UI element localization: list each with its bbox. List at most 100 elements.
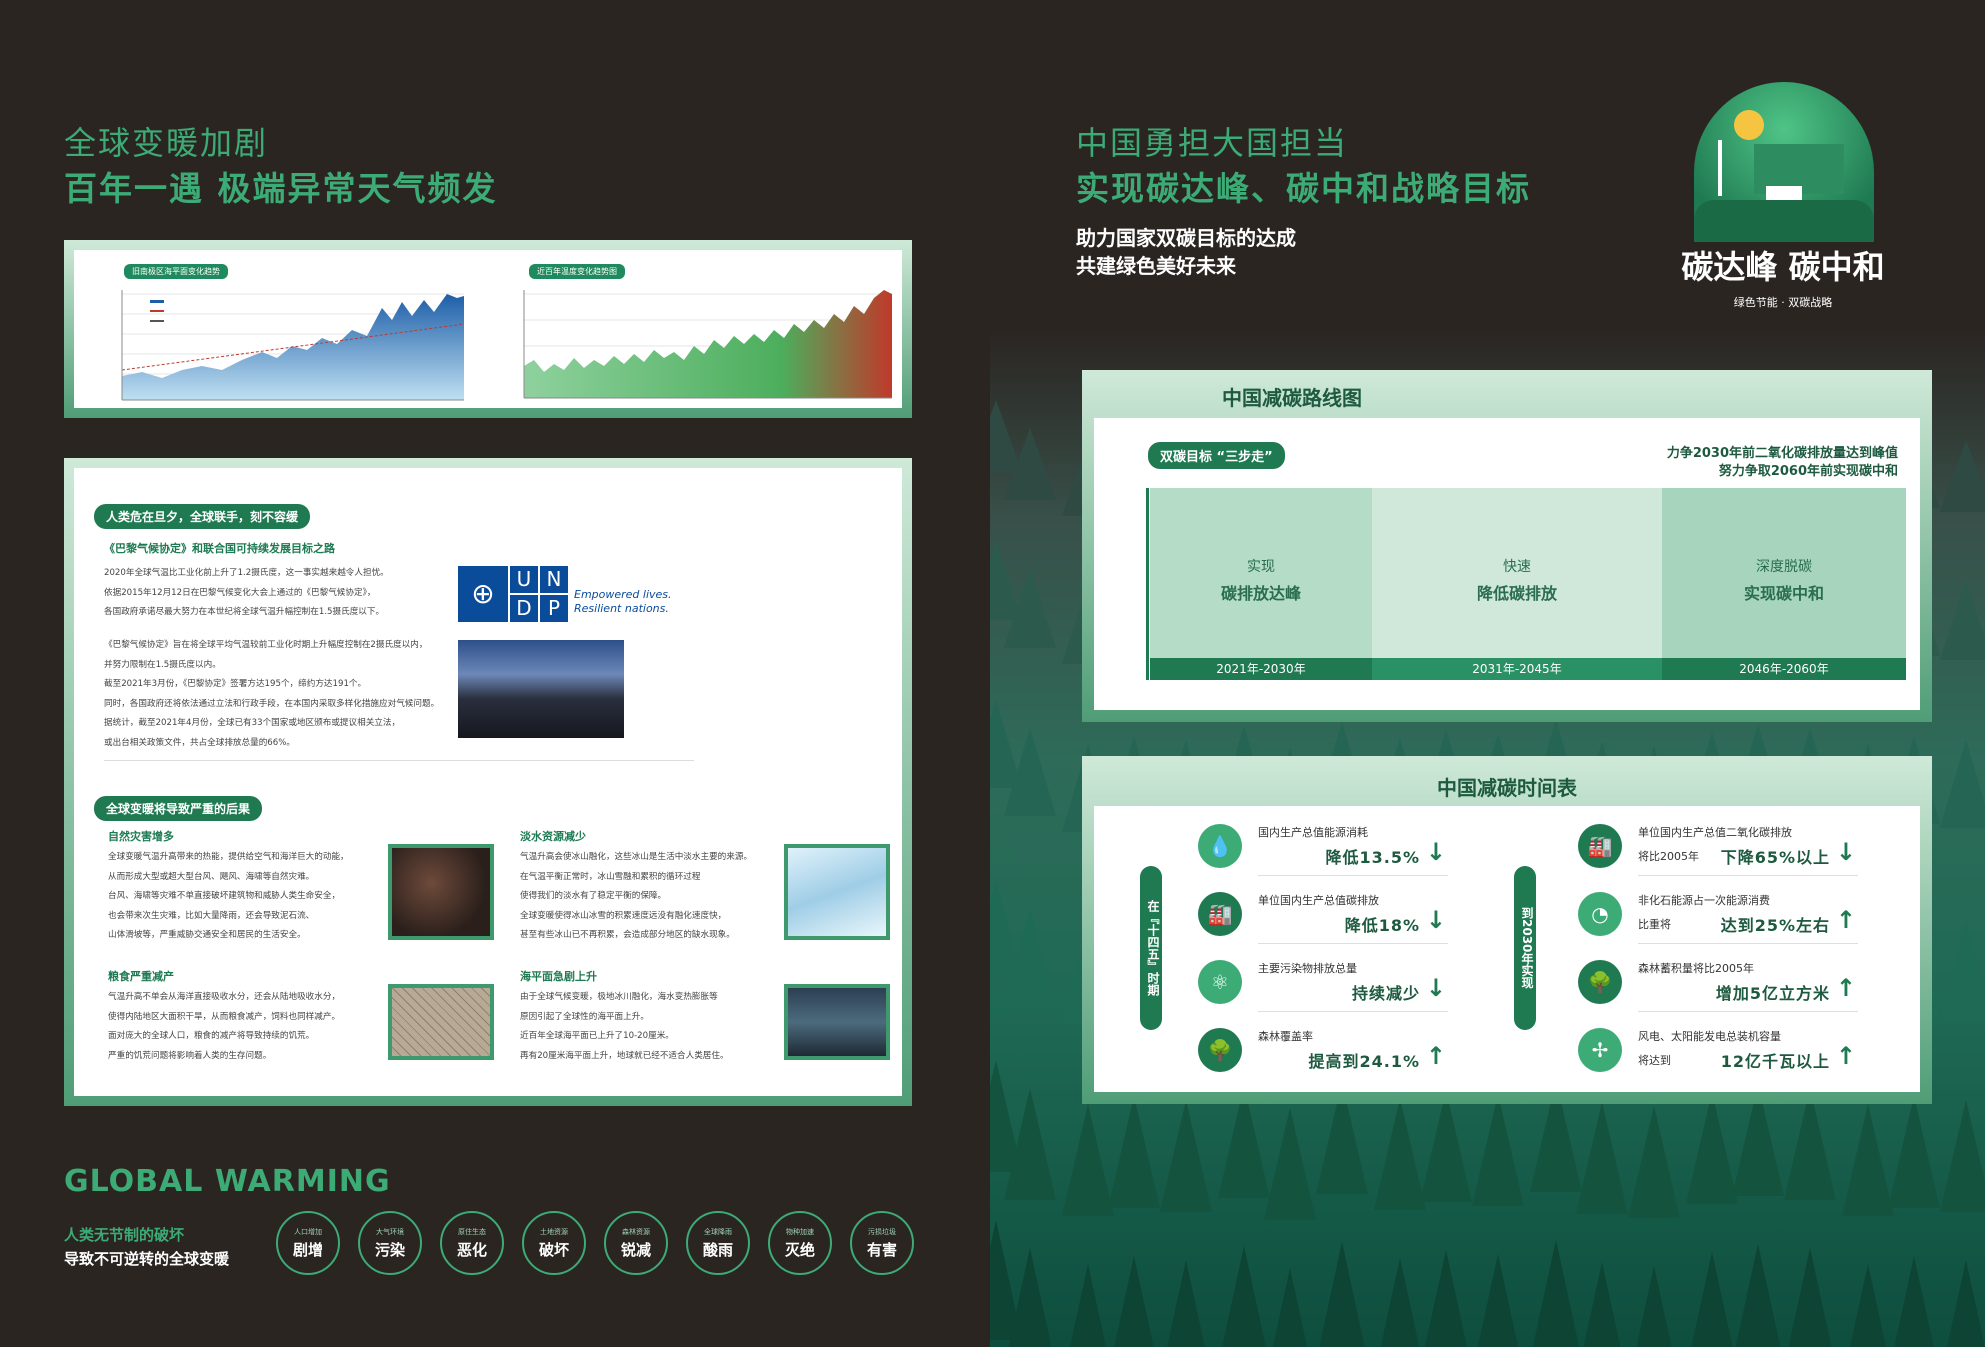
stage-2: 快速 降低碳排放 (1372, 488, 1662, 658)
item-value: 提高到24.1% (1308, 1052, 1420, 1071)
arrow-down-icon: ↓ (1425, 906, 1446, 934)
left-header-line2: 百年一遇 极端异常天气频发 (64, 169, 498, 208)
block-line: 严重的饥荒问题将影响着人类的生存问题。 (108, 1050, 272, 1061)
block-line: 再有20厘米海平面上升，地球就已经不适合人类居住。 (520, 1050, 729, 1061)
para1-line: 依据2015年12月12日在巴黎气候变化大会上通过的《巴黎气候协定》， (104, 587, 376, 598)
item-text: 单位国内生产总值碳排放 (1258, 894, 1379, 907)
pine-tree-shape (1420, 1090, 1472, 1202)
arrow-up-icon: ↑ (1425, 1042, 1446, 1070)
divider (104, 760, 694, 761)
stage-label-1: 实现 (1247, 559, 1275, 575)
item-prefix: 将比2005年 (1638, 850, 1699, 863)
wind-turbine-icon (1718, 140, 1722, 196)
bush-icon (1694, 200, 1874, 242)
arrow-up-icon: ↑ (1835, 906, 1856, 934)
pine-tree-shape (1472, 1094, 1524, 1206)
ice-photo (784, 844, 890, 940)
impact-circle-air: 大气环境 污染 (358, 1211, 422, 1275)
roadmap-title: 中国减碳路线图 (1222, 386, 1362, 410)
roadmap-goal-1: 力争2030年前二氧化碳排放量达到峰值 (1666, 446, 1898, 461)
circle-big-label: 灭绝 (784, 1241, 815, 1259)
circle-big-label: 酸雨 (702, 1241, 733, 1259)
temperature-chart (523, 290, 892, 399)
stage-1: 实现 碳排放达峰 (1150, 488, 1372, 658)
item-value: 降低13.5% (1325, 848, 1420, 867)
left-page: 全球变暖加剧 百年一遇 极端异常天气频发 旧南极区海平面变化趋势 近百年温度变化… (0, 0, 990, 1347)
block-title-sea-level: 海平面急剧上升 (520, 970, 597, 983)
paragraph-2: 《巴黎气候协定》旨在将全球平均气温较前工业化时期上升幅度控制在2摄氏度以内， 并… (104, 636, 439, 753)
block-line: 山体滑坡等，严重威胁交通安全和居民的生活安全。 (108, 930, 306, 940)
right-sub-line2: 共建绿色美好未来 (1076, 254, 1236, 278)
pine-tree-shape (1374, 1098, 1426, 1210)
impact-circle-population: 人口增加 剧增 (276, 1211, 340, 1275)
stage-years-1: 2021年-2030年 (1150, 658, 1372, 680)
sun-icon (1734, 110, 1764, 140)
pine-tree-shape (1264, 1268, 1316, 1347)
item-value: 降低18% (1344, 916, 1420, 935)
right-page: 中国勇担大国担当 实现碳达峰、碳中和战略目标 助力国家双碳目标的达成 共建绿色美… (990, 0, 1985, 1347)
arrow-down-icon: ↓ (1425, 838, 1446, 866)
pine-tree-shape (1004, 1088, 1056, 1200)
tree-icon: 🌳 (1578, 960, 1622, 1004)
circle-small-label: 人口增加 (294, 1228, 322, 1236)
section2-pill: 全球变暖将导致严重的后果 (94, 796, 263, 821)
block-line: 在气温平衡正常时，冰山雪融和累积的循环过程 (520, 871, 701, 882)
right-header-line1: 中国勇担大国担当 (1076, 124, 1349, 162)
pine-tree-shape (1062, 1264, 1114, 1347)
pine-tree-shape (1108, 1256, 1160, 1347)
para1-line: 2020年全球气温比工业化前上升了1.2摄氏度，这一事实越来越令人担忧。 (104, 568, 389, 578)
timetable-left-1: 💧 国内生产总值能源消耗 降低13.5% ↓ (1198, 816, 1448, 876)
pine-tree-shape (1108, 1096, 1160, 1208)
factory-icon: 🏭 (1578, 824, 1622, 868)
para1-line: 各国政府承诺尽最大努力在本世纪将全球气温升幅控制在1.5摄氏度以下。 (104, 607, 385, 617)
pine-tree-shape (1888, 1256, 1940, 1347)
circle-big-label: 剧增 (292, 1241, 323, 1259)
pine-tree-shape (1062, 1104, 1114, 1216)
pine-tree-shape (1316, 1242, 1368, 1347)
para2-line: 同时，各国政府还将依法通过立法和行政手段，在本国内采取多样化措施应对气候问题。 (104, 698, 440, 709)
circle-big-label: 污染 (374, 1241, 405, 1259)
circle-big-label: 破坏 (538, 1241, 569, 1259)
impact-circle-ecology: 原住生态 恶化 (440, 1211, 504, 1275)
block-line: 从而形成大型或超大型台风、飓风、海啸等自然灾难。 (108, 871, 315, 882)
circle-big-label: 恶化 (456, 1241, 487, 1259)
molecule-icon: ⚛ (1198, 960, 1242, 1004)
timetable-left-2: 🏭 单位国内生产总值碳排放 降低18% ↓ (1198, 884, 1448, 944)
stage-3: 深度脱碳 实现碳中和 (1662, 488, 1906, 658)
undp-letter: N (540, 566, 568, 593)
timetable-left-3: ⚛ 主要污染物排放总量 持续减少 ↓ (1198, 952, 1448, 1012)
item-prefix: 比重将 (1638, 918, 1671, 931)
pine-tree-shape (1576, 1262, 1628, 1347)
undp-letter: P (540, 595, 568, 622)
pine-tree-shape (1472, 1254, 1524, 1347)
pine-tree-shape (1374, 1258, 1426, 1347)
conference-photo (458, 640, 624, 738)
item-value: 持续减少 (1351, 984, 1420, 1003)
pine-tree-shape (1842, 1264, 1894, 1347)
pine-tree-shape (1940, 1260, 1985, 1347)
factory-icon: 🏭 (1198, 892, 1242, 936)
undp-tagline-1: Empowered lives. (574, 588, 672, 601)
pine-tree-shape (1004, 1248, 1056, 1347)
label-by-2030: 到2030年实现 (1514, 866, 1536, 1030)
pine-tree-shape (1004, 908, 1056, 1008)
paragraph-1: 2020年全球气温比工业化前上升了1.2摄氏度，这一事实越来越令人担忧。 依据2… (104, 564, 389, 623)
stage-label-2: 实现碳中和 (1743, 584, 1824, 603)
block-title-food: 粮食严重减产 (108, 970, 174, 983)
label-14th-five-year: 在『十四五』时期 (1140, 866, 1162, 1030)
impact-circle-forest: 森林资源 锐减 (604, 1211, 668, 1275)
pine-tree-shape (1940, 440, 1985, 512)
chart-panel: 旧南极区海平面变化趋势 近百年温度变化趋势图 (64, 240, 912, 418)
pie-icon: ◔ (1578, 892, 1622, 936)
section1-subtitle: 《巴黎气候协定》和联合国可持续发展目标之路 (104, 542, 335, 555)
timetable-right-3: 🌳 森林蓄积量将比2005年 增加5亿立方米 ↑ (1578, 952, 1858, 1012)
flood-photo (784, 984, 890, 1060)
circle-small-label: 全球降雨 (704, 1228, 732, 1236)
pine-tree-shape (1940, 1100, 1985, 1212)
block-line: 由于全球气候变暖，极地冰川融化，海水变热膨胀等 (520, 992, 718, 1002)
pine-tree-shape (1686, 1252, 1738, 1347)
circle-big-label: 锐减 (620, 1241, 651, 1259)
pine-tree-shape (1784, 1248, 1836, 1347)
section1-pill: 人类危在旦夕，全球联手，刻不容缓 (94, 504, 311, 529)
para2-line: 或出台相关政策文件，共占全球排放总量的66%。 (104, 737, 295, 748)
